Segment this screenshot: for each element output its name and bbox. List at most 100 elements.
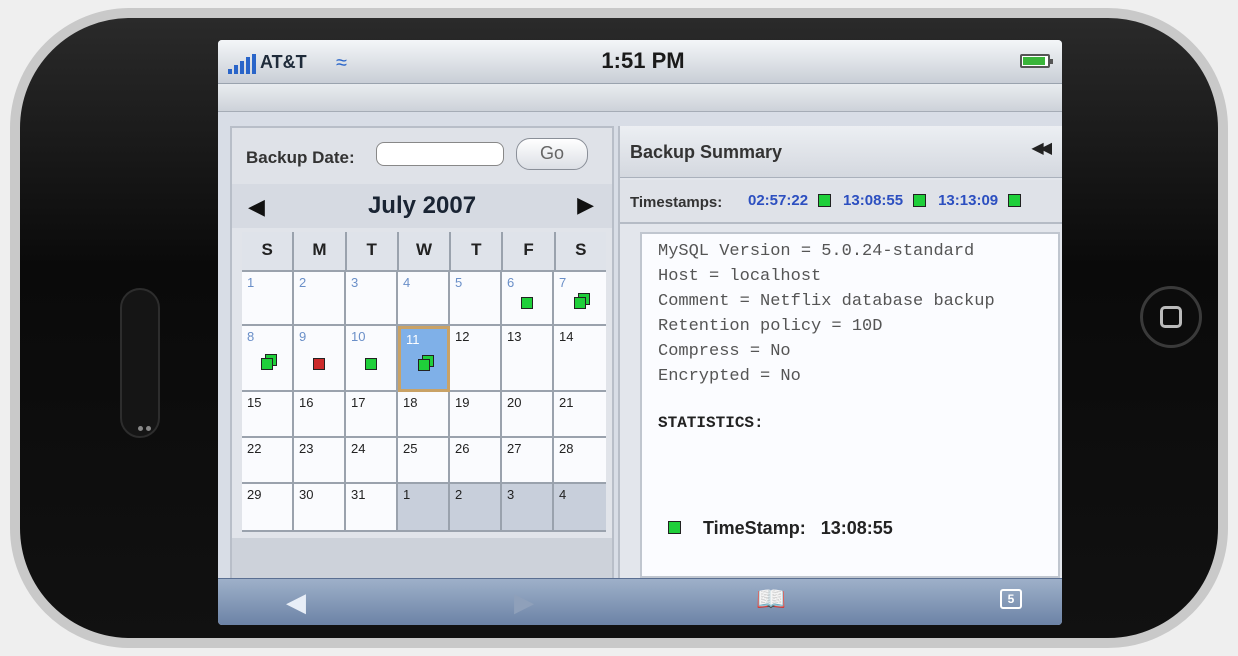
calendar-day[interactable]: 2 xyxy=(294,272,346,326)
calendar-day[interactable]: 7 xyxy=(554,272,606,326)
calendar-panel: Backup Date: Go July 2007 ◀ ▶ S M T W T … xyxy=(230,126,614,578)
backup-ok-icon xyxy=(1008,194,1022,207)
calendar-day[interactable]: 20 xyxy=(502,392,554,438)
day-number: 30 xyxy=(299,487,314,502)
calendar-day[interactable]: 30 xyxy=(294,484,346,532)
calendar-day[interactable]: 18 xyxy=(398,392,450,438)
safari-toolbar: ◀ ▶ 📖 5 xyxy=(218,578,1062,625)
backup-date-row: Backup Date: Go xyxy=(232,128,612,184)
day-number: 23 xyxy=(299,441,314,456)
calendar-day[interactable]: 19 xyxy=(450,392,502,438)
day-number: 1 xyxy=(247,275,255,290)
day-number: 20 xyxy=(507,395,522,410)
day-number: 19 xyxy=(455,395,470,410)
calendar-day[interactable]: 15 xyxy=(242,392,294,438)
calendar-day[interactable]: 25 xyxy=(398,438,450,484)
calendar-day[interactable]: 12 xyxy=(450,326,502,392)
phone-screen: AT&T ≈ 1:51 PM Backup Date: Go July 2007… xyxy=(218,40,1062,625)
back-arrow-icon[interactable]: ◀ xyxy=(286,587,306,618)
day-number: 13 xyxy=(507,329,522,344)
day-number: 8 xyxy=(247,329,255,344)
calendar-day[interactable]: 4 xyxy=(398,272,450,326)
timestamps-list: 02:57:22 13:08:55 13:13:09 xyxy=(748,192,1033,209)
signal-strength-icon xyxy=(228,54,256,74)
next-month-arrow-icon[interactable]: ▶ xyxy=(577,192,594,218)
timestamps-row: Timestamps: 02:57:22 13:08:55 13:13:09 xyxy=(620,180,1062,224)
day-number: 4 xyxy=(559,487,567,502)
day-number: 5 xyxy=(455,275,463,290)
day-number: 2 xyxy=(455,487,463,502)
calendar-day[interactable]: 22 xyxy=(242,438,294,484)
calendar-day[interactable]: 6 xyxy=(502,272,554,326)
calendar-day[interactable]: 3 xyxy=(346,272,398,326)
calendar-day[interactable]: 28 xyxy=(554,438,606,484)
day-number: 14 xyxy=(559,329,574,344)
detail-line: Retention policy = 10D xyxy=(658,317,883,336)
timestamp-entry: TimeStamp: 13:08:55 xyxy=(668,518,893,539)
timestamp-link[interactable]: 02:57:22 xyxy=(748,192,808,209)
forward-arrow-icon[interactable]: ▶ xyxy=(514,587,534,618)
collapse-arrows-icon[interactable]: ◀◀ xyxy=(1031,138,1052,158)
timestamp-link[interactable]: 13:13:09 xyxy=(938,192,998,209)
bookmarks-icon[interactable]: 📖 xyxy=(756,585,786,614)
calendar-day[interactable]: 21 xyxy=(554,392,606,438)
calendar-day[interactable]: 16 xyxy=(294,392,346,438)
weekday-label: W xyxy=(398,232,452,270)
calendar-day[interactable]: 29 xyxy=(242,484,294,532)
weekday-label: T xyxy=(346,232,399,270)
timestamp-link[interactable]: 13:08:55 xyxy=(843,192,903,209)
day-number: 22 xyxy=(247,441,262,456)
calendar-day[interactable]: 10 xyxy=(346,326,398,392)
backup-date-input[interactable] xyxy=(376,142,504,166)
calendar-day-selected[interactable]: 11 xyxy=(398,326,450,392)
timestamp-entry-value: 13:08:55 xyxy=(820,518,893,538)
calendar-day[interactable]: 1 xyxy=(398,484,450,532)
go-button[interactable]: Go xyxy=(516,138,588,170)
weekday-label: M xyxy=(294,232,347,270)
calendar-day[interactable]: 8 xyxy=(242,326,294,392)
backup-ok-icon xyxy=(913,194,927,207)
month-header: July 2007 ◀ ▶ xyxy=(232,184,612,228)
multiple-backups-icon xyxy=(418,359,430,371)
day-number: 2 xyxy=(299,275,307,290)
calendar-day[interactable]: 26 xyxy=(450,438,502,484)
calendar-day[interactable]: 9 xyxy=(294,326,346,392)
detail-line: Host = localhost xyxy=(658,267,822,286)
detail-line: Encrypted = No xyxy=(658,367,801,386)
calendar-day[interactable]: 13 xyxy=(502,326,554,392)
calendar-day[interactable]: 1 xyxy=(242,272,294,326)
day-number: 29 xyxy=(247,487,262,502)
day-number: 11 xyxy=(406,332,420,347)
day-number: 3 xyxy=(507,487,515,502)
backup-failed-icon xyxy=(313,358,325,371)
calendar-day[interactable]: 5 xyxy=(450,272,502,326)
sensor-dots xyxy=(138,418,156,431)
calendar-day[interactable]: 4 xyxy=(554,484,606,532)
statistics-heading: STATISTICS: xyxy=(658,414,764,432)
day-number: 7 xyxy=(559,275,567,290)
calendar-day[interactable]: 14 xyxy=(554,326,606,392)
timestamp-entry-label: TimeStamp: xyxy=(703,518,806,538)
calendar-day[interactable]: 23 xyxy=(294,438,346,484)
calendar-day[interactable]: 27 xyxy=(502,438,554,484)
day-number: 27 xyxy=(507,441,522,456)
summary-header: Backup Summary ◀◀ xyxy=(620,126,1062,178)
day-number: 15 xyxy=(247,395,262,410)
calendar-day[interactable]: 24 xyxy=(346,438,398,484)
calendar-day[interactable]: 2 xyxy=(450,484,502,532)
day-number: 31 xyxy=(351,487,366,502)
calendar-footer xyxy=(232,538,612,578)
day-number: 24 xyxy=(351,441,366,456)
calendar-day[interactable]: 3 xyxy=(502,484,554,532)
pages-icon[interactable]: 5 xyxy=(1000,589,1022,609)
day-number: 4 xyxy=(403,275,411,290)
day-number: 25 xyxy=(403,441,418,456)
home-button[interactable] xyxy=(1140,286,1202,348)
prev-month-arrow-icon[interactable]: ◀ xyxy=(248,194,265,220)
calendar-day[interactable]: 31 xyxy=(346,484,398,532)
address-bar-strip[interactable] xyxy=(218,84,1062,112)
month-title: July 2007 xyxy=(367,192,477,219)
weekday-label: F xyxy=(503,232,556,270)
day-number: 17 xyxy=(351,395,366,410)
calendar-day[interactable]: 17 xyxy=(346,392,398,438)
